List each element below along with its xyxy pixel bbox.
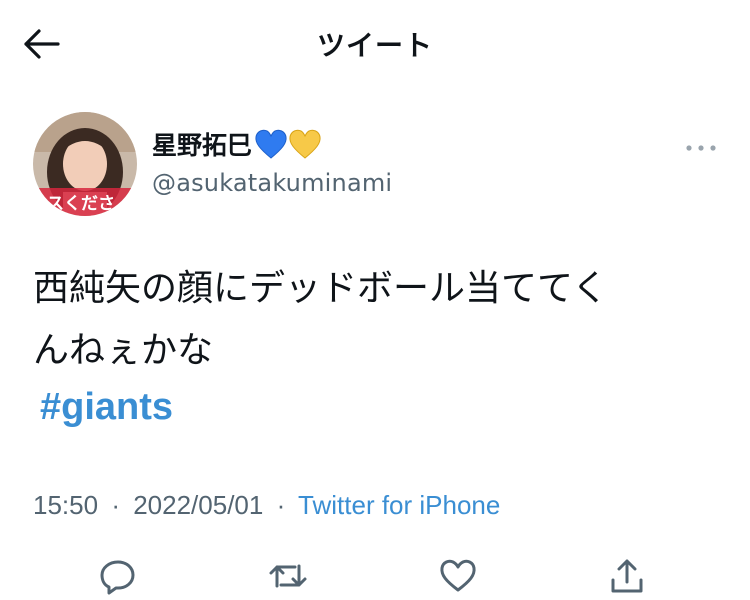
tweet-time: 15:50 [33,490,99,520]
action-bar [0,550,750,600]
tweet-line: 西純矢の顔にデッドボール当ててく [33,268,608,309]
blue-heart-icon [255,129,287,159]
reply-button[interactable] [98,556,138,596]
tweet-text: 西純矢の顔にデッドボール当ててく んねぇかな [33,258,723,382]
meta-separator: · [276,490,286,520]
page-title: ツイート [316,29,433,62]
avatar-caption: スくださ [47,194,115,214]
yellow-heart-icon [289,129,321,159]
avatar[interactable]: スくださ [33,112,137,216]
retweet-icon [269,564,307,588]
share-icon [611,559,643,593]
tweet-date: 2022/05/01 [133,490,264,520]
tweet-meta: 15:50 · 2022/05/01 · Twitter for iPhone [33,490,500,521]
author-name-row: 星野拓巳 [152,126,322,162]
share-button[interactable] [607,556,647,596]
like-button[interactable] [438,556,478,596]
reply-icon [100,560,135,595]
tweet-line: んねぇかな [33,330,214,371]
meta-separator: · [111,490,120,520]
username[interactable]: @asukatakuminami [152,169,392,197]
display-name[interactable]: 星野拓巳 [152,126,252,162]
more-options-button[interactable] [684,140,718,154]
retweet-button[interactable] [268,556,308,596]
like-icon [440,559,476,592]
tweet-source-link[interactable]: Twitter for iPhone [298,490,500,520]
hashtag-link[interactable]: #giants [40,386,173,429]
top-bar: ツイート [0,0,750,90]
more-horizontal-icon [686,145,716,151]
